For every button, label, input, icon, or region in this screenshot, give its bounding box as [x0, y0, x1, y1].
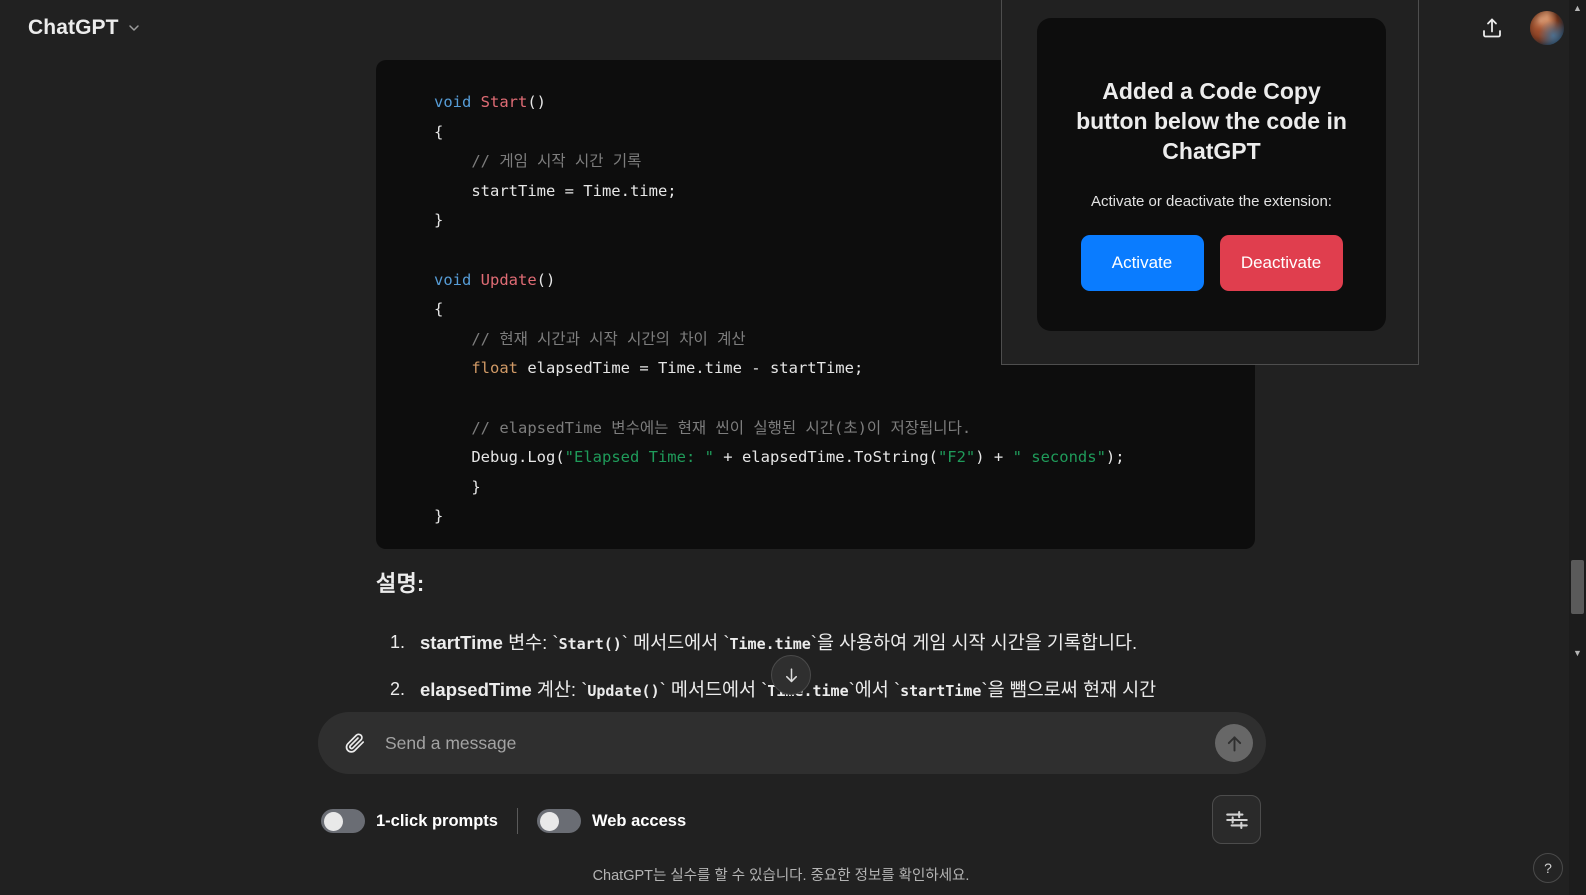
explanation-list: startTime 변수: `Start()` 메서드에서 `Time.time… — [376, 620, 1266, 702]
explanation-heading: 설명: — [376, 571, 425, 596]
toggle-label: 1-click prompts — [376, 811, 498, 830]
code-token: "F2" — [937, 448, 976, 467]
code-token: () — [527, 93, 547, 111]
page-scrollbar[interactable]: ▲ ▼ — [1569, 0, 1586, 895]
code-token: " seconds" — [1012, 448, 1106, 467]
code-token: } — [434, 211, 444, 230]
code-token: startTime = Time.time; — [434, 181, 677, 200]
code-token: void — [434, 93, 481, 111]
list-item-text: ` 메서드에서 ` — [621, 632, 730, 653]
scroll-to-bottom-button[interactable] — [771, 655, 811, 695]
scrollbar-down-arrow[interactable]: ▼ — [1569, 645, 1586, 661]
composer-toggles: 1-click prompts Web access — [321, 802, 686, 840]
scrollbar-thumb[interactable] — [1571, 560, 1584, 614]
code-token: void — [434, 270, 481, 289]
code-token: { — [434, 122, 444, 141]
code-token: ); — [1105, 448, 1125, 467]
arrow-up-icon — [1224, 733, 1245, 754]
code-token: Start — [480, 93, 528, 111]
help-button[interactable]: ? — [1533, 853, 1563, 883]
disclaimer-text: ChatGPT는 실수를 할 수 있습니다. 중요한 정보를 확인하세요. — [592, 868, 970, 884]
list-item-text: 계산: ` — [531, 679, 588, 700]
code-token: float — [471, 359, 518, 378]
arrow-down-icon — [782, 666, 801, 685]
header-actions — [1480, 0, 1564, 56]
extension-title: Added a Code Copy button below the code … — [1076, 78, 1347, 164]
inline-code: Start() — [558, 635, 622, 653]
code-token: } — [434, 507, 444, 526]
list-item: startTime 변수: `Start()` 메서드에서 `Time.time… — [376, 620, 1266, 667]
extension-card: Added a Code Copy button below the code … — [1037, 18, 1386, 331]
settings-button[interactable] — [1212, 795, 1261, 844]
attach-file-button[interactable] — [337, 725, 373, 761]
extension-actions: Activate Deactivate — [1080, 235, 1343, 291]
code-token: () — [536, 270, 556, 289]
code-token: + elapsedTime.ToString( — [713, 448, 938, 467]
extension-subtitle: Activate or deactivate the extension: — [1091, 193, 1332, 210]
inline-code: Time.time — [729, 635, 811, 653]
scrollbar-track[interactable] — [1569, 0, 1586, 895]
code-token: Update — [480, 270, 537, 289]
page-title: ChatGPT — [28, 16, 119, 39]
chevron-down-icon — [126, 20, 142, 36]
code-token: } — [434, 477, 481, 496]
inline-code: Update() — [587, 682, 660, 700]
extension-popup: Added a Code Copy button below the code … — [1001, 0, 1419, 365]
chatgpt-page: ChatGPT void Start() { // 게임 시작 시간 기록 st… — [0, 0, 1586, 895]
message-input[interactable] — [385, 732, 1215, 754]
list-item-text: 변수: ` — [502, 632, 559, 653]
paperclip-icon — [344, 732, 367, 755]
toggle-divider — [516, 808, 518, 834]
inline-code: startTime — [900, 682, 982, 700]
composer-area: 1-click prompts Web access ChatGPT는 실수를 … — [0, 702, 1562, 895]
code-token: "Elapsed Time: " — [564, 448, 714, 467]
code-token: // 게임 시작 시간 기록 — [434, 152, 642, 171]
code-token: elapsedTime = Time.time - startTime; — [518, 359, 864, 378]
toggle-switch[interactable] — [321, 809, 365, 833]
avatar[interactable] — [1530, 11, 1564, 45]
list-item-term: startTime — [420, 632, 503, 653]
code-token: // 현재 시간과 시작 시간의 차이 계산 — [434, 329, 746, 348]
list-item-text: ` 메서드에서 ` — [659, 679, 768, 700]
toggle-web-access[interactable]: Web access — [536, 809, 687, 833]
list-item-term: elapsedTime — [420, 679, 532, 700]
sliders-icon — [1224, 807, 1250, 833]
activate-button[interactable]: Activate — [1080, 235, 1204, 291]
toggle-switch[interactable] — [536, 809, 581, 833]
list-item-text: `을 뺌으로써 현재 시간 — [981, 679, 1157, 700]
list-item: elapsedTime 계산: `Update()` 메서드에서 `Time.t… — [376, 667, 1266, 702]
toggle-label: Web access — [591, 811, 687, 830]
code-token: ) + — [975, 448, 1013, 467]
send-button[interactable] — [1215, 724, 1253, 762]
share-upload-icon[interactable] — [1480, 16, 1504, 40]
list-item-text: `을 사용하여 게임 시작 시간을 기록합니다. — [810, 632, 1138, 653]
deactivate-button[interactable]: Deactivate — [1219, 235, 1343, 291]
code-token: { — [434, 300, 444, 319]
code-token: // elapsedTime 변수에는 현재 씬이 실행된 시간(초)이 저장됩… — [434, 418, 972, 437]
code-token: Debug.Log( — [434, 448, 565, 467]
model-selector[interactable]: ChatGPT — [28, 16, 142, 40]
assistant-explanation: 설명: startTime 변수: `Start()` 메서드에서 `Time.… — [376, 566, 1266, 702]
toggle-1-click-prompts[interactable]: 1-click prompts — [321, 809, 498, 833]
list-item-text: `에서 ` — [848, 679, 901, 700]
message-composer — [318, 712, 1266, 774]
scrollbar-up-arrow[interactable]: ▲ — [1569, 0, 1586, 16]
toggle-knob — [539, 811, 559, 831]
toggle-knob — [324, 811, 343, 831]
